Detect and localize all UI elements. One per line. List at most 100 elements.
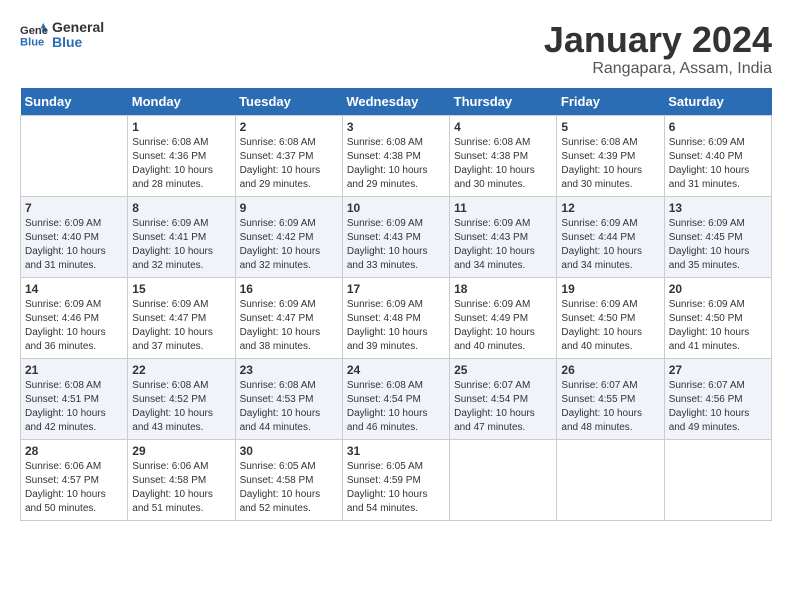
week-row-5: 28 Sunrise: 6:06 AM Sunset: 4:57 PM Dayli… [21,439,772,520]
day-info: Sunrise: 6:09 AM Sunset: 4:50 PM Dayligh… [561,298,659,354]
day-number: 25 [454,363,552,377]
day-info: Sunrise: 6:08 AM Sunset: 4:51 PM Dayligh… [25,379,123,435]
day-info: Sunrise: 6:08 AM Sunset: 4:36 PM Dayligh… [132,136,230,192]
day-cell: 5 Sunrise: 6:08 AM Sunset: 4:39 PM Daylig… [557,115,664,196]
day-number: 31 [347,444,445,458]
day-info: Sunrise: 6:07 AM Sunset: 4:54 PM Dayligh… [454,379,552,435]
day-cell: 14 Sunrise: 6:09 AM Sunset: 4:46 PM Dayli… [21,277,128,358]
day-number: 23 [240,363,338,377]
logo-blue: Blue [52,35,104,50]
day-cell: 28 Sunrise: 6:06 AM Sunset: 4:57 PM Dayli… [21,439,128,520]
logo-icon: General Blue [20,21,48,49]
day-number: 29 [132,444,230,458]
day-cell: 19 Sunrise: 6:09 AM Sunset: 4:50 PM Dayli… [557,277,664,358]
day-number: 20 [669,282,767,296]
day-cell: 11 Sunrise: 6:09 AM Sunset: 4:43 PM Dayli… [450,196,557,277]
day-info: Sunrise: 6:09 AM Sunset: 4:44 PM Dayligh… [561,217,659,273]
month-title: January 2024 [544,20,772,60]
day-number: 26 [561,363,659,377]
day-cell: 22Sunrise: 6:08 AM Sunset: 4:52 PM Dayli… [128,358,235,439]
calendar-table: SundayMondayTuesdayWednesdayThursdayFrid… [20,88,772,521]
day-info: Sunrise: 6:09 AM Sunset: 4:40 PM Dayligh… [25,217,123,273]
day-number: 8 [132,201,230,215]
header-cell-tuesday: Tuesday [235,88,342,116]
logo: General Blue General Blue [20,20,104,51]
day-number: 17 [347,282,445,296]
day-cell: 26 Sunrise: 6:07 AM Sunset: 4:55 PM Dayli… [557,358,664,439]
day-number: 21 [25,363,123,377]
day-cell: 8 Sunrise: 6:09 AM Sunset: 4:41 PM Daylig… [128,196,235,277]
week-row-4: 21 Sunrise: 6:08 AM Sunset: 4:51 PM Dayli… [21,358,772,439]
day-info: Sunrise: 6:08 AM Sunset: 4:54 PM Dayligh… [347,379,445,435]
day-cell: 21 Sunrise: 6:08 AM Sunset: 4:51 PM Dayli… [21,358,128,439]
week-row-1: 1 Sunrise: 6:08 AM Sunset: 4:36 PM Daylig… [21,115,772,196]
day-number: 27 [669,363,767,377]
day-number: 10 [347,201,445,215]
day-number: 12 [561,201,659,215]
day-cell: 25 Sunrise: 6:07 AM Sunset: 4:54 PM Dayli… [450,358,557,439]
day-cell: 31 Sunrise: 6:05 AM Sunset: 4:59 PM Dayli… [342,439,449,520]
week-row-3: 14 Sunrise: 6:09 AM Sunset: 4:46 PM Dayli… [21,277,772,358]
header-cell-sunday: Sunday [21,88,128,116]
day-info: Sunrise: 6:08 AM Sunset: 4:38 PM Dayligh… [347,136,445,192]
day-info: Sunrise: 6:09 AM Sunset: 4:45 PM Dayligh… [669,217,767,273]
header-cell-saturday: Saturday [664,88,771,116]
day-number: 11 [454,201,552,215]
day-info: Sunrise: 6:08 AM Sunset: 4:53 PM Dayligh… [240,379,338,435]
header-cell-wednesday: Wednesday [342,88,449,116]
day-cell: 15Sunrise: 6:09 AM Sunset: 4:47 PM Dayli… [128,277,235,358]
day-info: Sunrise: 6:09 AM Sunset: 4:40 PM Dayligh… [669,136,767,192]
day-number: 7 [25,201,123,215]
day-cell: 30 Sunrise: 6:05 AM Sunset: 4:58 PM Dayli… [235,439,342,520]
day-cell: 6 Sunrise: 6:09 AM Sunset: 4:40 PM Daylig… [664,115,771,196]
day-number: 24 [347,363,445,377]
day-number: 2 [240,120,338,134]
day-cell: 17Sunrise: 6:09 AM Sunset: 4:48 PM Dayli… [342,277,449,358]
day-cell: 16Sunrise: 6:09 AM Sunset: 4:47 PM Dayli… [235,277,342,358]
day-cell: 20 Sunrise: 6:09 AM Sunset: 4:50 PM Dayli… [664,277,771,358]
header-cell-thursday: Thursday [450,88,557,116]
day-cell: 18Sunrise: 6:09 AM Sunset: 4:49 PM Dayli… [450,277,557,358]
title-block: January 2024 Rangapara, Assam, India [544,20,772,78]
day-number: 4 [454,120,552,134]
day-info: Sunrise: 6:05 AM Sunset: 4:59 PM Dayligh… [347,460,445,516]
day-info: Sunrise: 6:06 AM Sunset: 4:57 PM Dayligh… [25,460,123,516]
day-cell: 27Sunrise: 6:07 AM Sunset: 4:56 PM Dayli… [664,358,771,439]
day-cell: 29Sunrise: 6:06 AM Sunset: 4:58 PM Dayli… [128,439,235,520]
day-number: 6 [669,120,767,134]
day-info: Sunrise: 6:09 AM Sunset: 4:41 PM Dayligh… [132,217,230,273]
day-cell: 1 Sunrise: 6:08 AM Sunset: 4:36 PM Daylig… [128,115,235,196]
day-info: Sunrise: 6:09 AM Sunset: 4:47 PM Dayligh… [132,298,230,354]
day-number: 14 [25,282,123,296]
day-cell: 3Sunrise: 6:08 AM Sunset: 4:38 PM Daylig… [342,115,449,196]
day-cell [557,439,664,520]
svg-text:Blue: Blue [20,37,44,49]
day-cell: 9 Sunrise: 6:09 AM Sunset: 4:42 PM Daylig… [235,196,342,277]
day-info: Sunrise: 6:09 AM Sunset: 4:47 PM Dayligh… [240,298,338,354]
day-cell: 12 Sunrise: 6:09 AM Sunset: 4:44 PM Dayli… [557,196,664,277]
day-number: 30 [240,444,338,458]
day-number: 9 [240,201,338,215]
day-info: Sunrise: 6:08 AM Sunset: 4:39 PM Dayligh… [561,136,659,192]
day-info: Sunrise: 6:09 AM Sunset: 4:50 PM Dayligh… [669,298,767,354]
day-number: 1 [132,120,230,134]
day-info: Sunrise: 6:09 AM Sunset: 4:42 PM Dayligh… [240,217,338,273]
day-number: 18 [454,282,552,296]
day-number: 19 [561,282,659,296]
day-cell: 10 Sunrise: 6:09 AM Sunset: 4:43 PM Dayli… [342,196,449,277]
day-cell: 4Sunrise: 6:08 AM Sunset: 4:38 PM Daylig… [450,115,557,196]
day-cell: 23 Sunrise: 6:08 AM Sunset: 4:53 PM Dayli… [235,358,342,439]
day-cell: 13Sunrise: 6:09 AM Sunset: 4:45 PM Dayli… [664,196,771,277]
header-row: SundayMondayTuesdayWednesdayThursdayFrid… [21,88,772,116]
day-number: 28 [25,444,123,458]
day-info: Sunrise: 6:09 AM Sunset: 4:46 PM Dayligh… [25,298,123,354]
logo-general: General [52,19,104,35]
day-info: Sunrise: 6:09 AM Sunset: 4:43 PM Dayligh… [454,217,552,273]
header-cell-monday: Monday [128,88,235,116]
day-info: Sunrise: 6:09 AM Sunset: 4:43 PM Dayligh… [347,217,445,273]
day-info: Sunrise: 6:07 AM Sunset: 4:55 PM Dayligh… [561,379,659,435]
day-cell [664,439,771,520]
day-info: Sunrise: 6:05 AM Sunset: 4:58 PM Dayligh… [240,460,338,516]
day-number: 5 [561,120,659,134]
day-cell: 7 Sunrise: 6:09 AM Sunset: 4:40 PM Daylig… [21,196,128,277]
